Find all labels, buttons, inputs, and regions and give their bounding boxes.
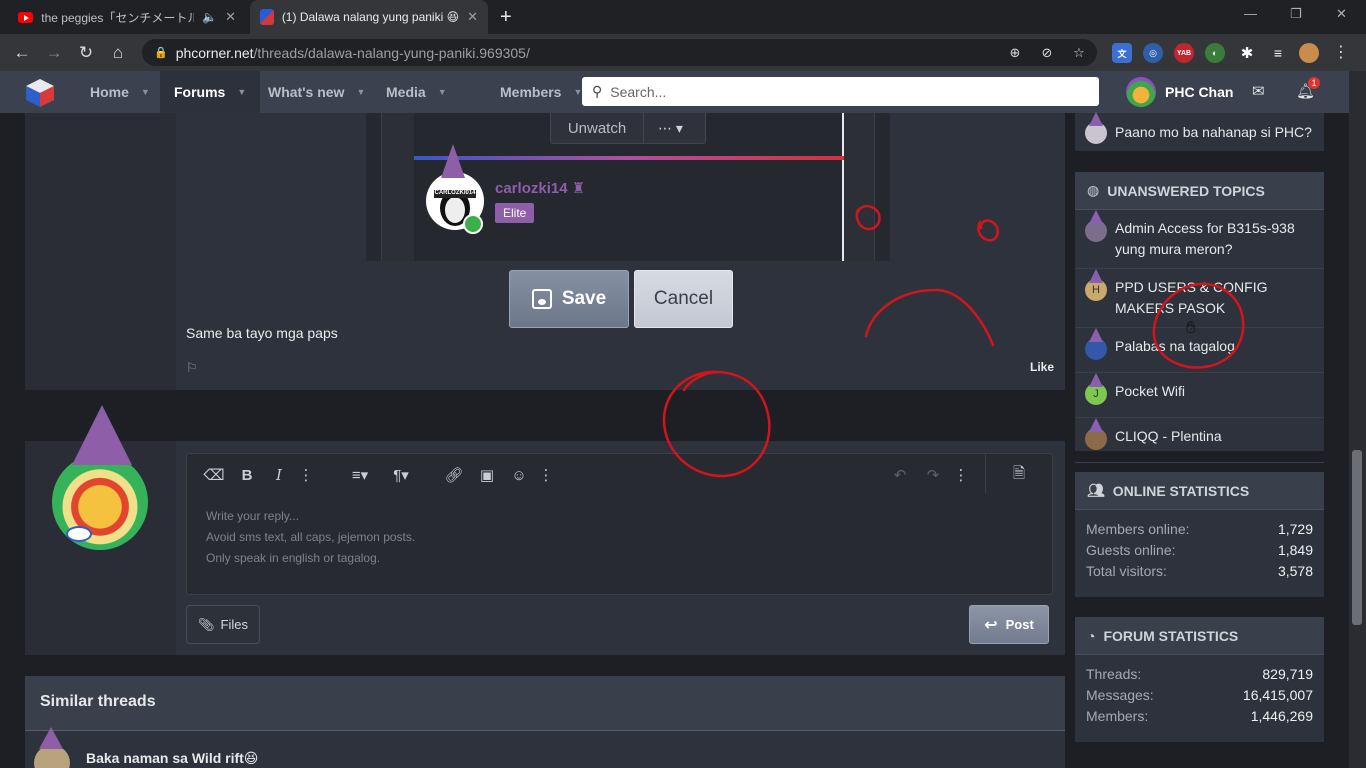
annotation-sidebar-circle [1152,282,1245,369]
annotation-small-circle [977,219,999,242]
mouse-cursor-icon: ✋︎ [1186,318,1196,337]
annotation-small-circle [855,204,881,231]
annotation-large-circle [662,370,771,478]
annotation-arc [864,288,995,347]
red-annotation-scribbles [662,204,1245,478]
